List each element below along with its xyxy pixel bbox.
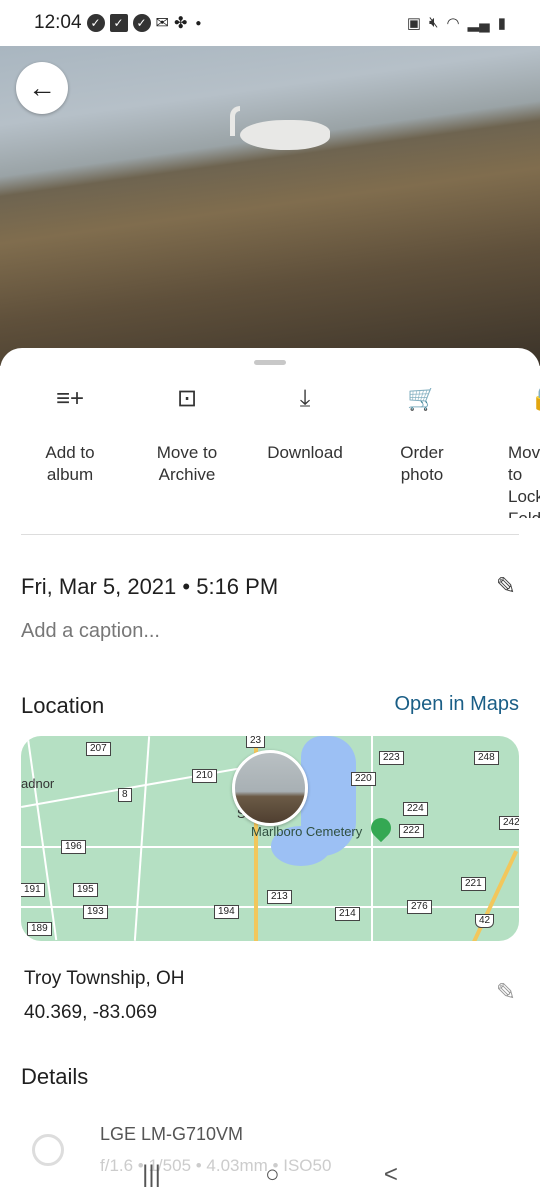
road — [21, 846, 519, 848]
road-label: 221 — [461, 877, 486, 891]
divider — [21, 534, 519, 535]
check-circle-icon: ✓ — [132, 14, 151, 32]
caption-input[interactable]: Add a caption... — [21, 620, 160, 643]
road — [21, 764, 258, 808]
road — [133, 736, 151, 941]
download-icon: ⤓ — [299, 388, 311, 412]
status-bar: 12:04 ✓ ✓ ✓ ✉ ✤ ● ▣ 🔇︎ ◠ ▂▄ ▮ — [0, 0, 540, 46]
action-row: ≡+ Add to album ⊡ Move to Archive ⤓ Downloa… — [0, 388, 540, 518]
road-label: 194 — [214, 905, 239, 919]
wifi-icon: ◠ — [446, 15, 460, 32]
open-in-maps-link[interactable]: Open in Maps — [394, 693, 519, 716]
move-to-archive-button[interactable]: ⊡ Move to Archive — [132, 388, 242, 486]
road-label: 224 — [403, 802, 428, 816]
fan-icon: ✤ — [173, 15, 188, 32]
location-map[interactable]: 207 23 223 248 210 220 8 224 222 242 196… — [21, 736, 519, 941]
cart-icon: 🛒 — [407, 388, 437, 412]
road-label: 223 — [379, 751, 404, 765]
town-label: adnor — [21, 776, 55, 791]
calendar-check-icon: ✓ — [109, 14, 128, 32]
dot-icon: ● — [195, 17, 202, 29]
road — [371, 736, 373, 941]
road-label: 193 — [83, 905, 108, 919]
move-to-locked-folder-button[interactable]: 🔒Move to Locked Folder — [478, 388, 540, 518]
road-label: 210 — [192, 769, 217, 783]
clock: 12:04 — [34, 12, 82, 33]
road-label: 23 — [246, 736, 266, 748]
road-label: 248 — [474, 751, 499, 765]
highway — [467, 850, 519, 941]
location-heading: Location — [21, 693, 105, 718]
mail-icon: ✉ — [155, 15, 169, 32]
road-label: 195 — [73, 883, 98, 897]
edit-location-button[interactable]: ✎ — [496, 978, 516, 1007]
drag-handle[interactable] — [254, 360, 286, 365]
pencil-icon: ✎ — [495, 979, 516, 1006]
mute-icon: 🔇︎ — [429, 14, 439, 31]
road-label: 42 — [475, 914, 495, 928]
arrow-left-icon: ← — [28, 72, 56, 103]
home-button[interactable]: ○ — [265, 1161, 280, 1189]
date-time: Fri, Mar 5, 2021 • 5:16 PM — [21, 574, 279, 599]
road-label: 196 — [61, 840, 86, 854]
archive-icon: ⊡ — [176, 388, 198, 412]
road-label: 222 — [399, 824, 424, 838]
place-name: Troy Township, OH — [24, 968, 185, 989]
swan-body — [240, 120, 330, 150]
battery-saver-icon: ▣ — [406, 15, 422, 32]
road-label: 220 — [351, 772, 376, 786]
coordinates: 40.369, -83.069 — [24, 1002, 158, 1023]
poi-label: Marlboro Cemetery — [251, 824, 363, 839]
download-button[interactable]: ⤓ Download — [250, 388, 360, 464]
road-label: 207 — [86, 742, 111, 756]
back-nav-button[interactable]: < — [384, 1161, 398, 1189]
road-label: 214 — [335, 907, 360, 921]
road-label: 242 — [499, 816, 519, 830]
road-label: 189 — [27, 922, 52, 936]
road-label: 191 — [21, 883, 45, 897]
swan — [230, 106, 240, 136]
check-circle-icon: ✓ — [86, 14, 105, 32]
order-photo-button[interactable]: 🛒 Order photo — [367, 388, 477, 486]
road-label: 213 — [267, 890, 292, 904]
pencil-icon: ✎ — [495, 573, 516, 600]
add-to-album-button[interactable]: ≡+ Add to album — [15, 388, 125, 486]
details-heading: Details — [21, 1064, 89, 1089]
lock-icon: 🔒 — [530, 388, 540, 428]
edit-date-button[interactable]: ✎ — [496, 572, 516, 601]
photo-location-pin[interactable] — [232, 750, 308, 826]
photo[interactable] — [0, 46, 540, 366]
playlist-add-icon: ≡+ — [55, 388, 85, 412]
back-button[interactable]: ← — [16, 62, 68, 114]
signal-icon: ▂▄ — [467, 15, 490, 32]
camera-model: LGE LM-G710VM — [100, 1124, 244, 1144]
recents-button[interactable]: ||| — [142, 1161, 161, 1189]
info-sheet: ≡+ Add to album ⊡ Move to Archive ⤓ Downloa… — [0, 348, 540, 1200]
nav-bar: ||| ○ < — [0, 1150, 540, 1200]
road-label: 276 — [407, 900, 432, 914]
road-label: 8 — [118, 788, 132, 802]
battery-icon: ▮ — [497, 15, 506, 32]
road — [26, 736, 58, 941]
